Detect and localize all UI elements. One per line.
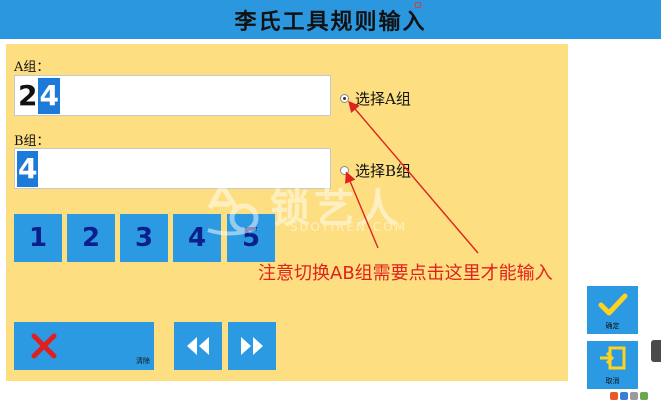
confirm-label: 确定 [605,322,620,330]
group-b-label: B组： [14,134,50,149]
next-button[interactable] [228,322,276,370]
select-group-a-radio[interactable]: 选择A组 [340,88,411,109]
corner-mark-icon [415,2,421,8]
clear-x-icon [31,333,57,359]
radio-b-dot[interactable] [340,166,349,175]
exit-door-icon [600,346,626,370]
key-5-button[interactable]: 5 [227,214,275,262]
group-b-field[interactable]: 4 [14,148,331,189]
title-bar: 李氏工具规则输入 [0,0,661,39]
tray-lang-icon[interactable] [620,392,628,400]
group-a-char: 2 [18,78,38,112]
cancel-button[interactable]: 取消 [587,341,638,389]
system-tray [610,390,656,402]
group-a-char-selected: 4 [38,77,60,114]
tray-settings-icon[interactable] [630,392,638,400]
group-a-field[interactable]: 2 4 [14,75,331,116]
clear-label: 清除 [136,357,150,365]
rewind-icon [187,337,209,355]
cancel-label: 取消 [605,377,620,385]
previous-button[interactable] [174,322,222,370]
confirm-button[interactable]: 确定 [587,286,638,334]
select-group-b-radio[interactable]: 选择B组 [340,160,411,181]
select-group-b-label: 选择B组 [355,162,412,180]
group-a-label: A组： [14,60,50,75]
radio-a-dot[interactable] [340,94,349,103]
clear-button[interactable]: 清除 [14,322,154,370]
annotation-note: 注意切换AB组需要点击这里才能输入 [258,263,553,284]
select-group-a-label: 选择A组 [355,90,411,108]
key-3-button[interactable]: 3 [120,214,168,262]
fast-forward-icon [241,337,263,355]
side-panel-handle[interactable] [651,340,661,362]
key-2-button[interactable]: 2 [67,214,115,262]
window-title: 李氏工具规则输入 [234,9,427,35]
check-icon [598,293,628,316]
tray-app-icon[interactable] [640,392,648,400]
group-b-char-selected: 4 [17,150,39,187]
tray-ime-icon[interactable] [610,392,618,400]
key-1-button[interactable]: 1 [14,214,62,262]
key-4-button[interactable]: 4 [173,214,221,262]
